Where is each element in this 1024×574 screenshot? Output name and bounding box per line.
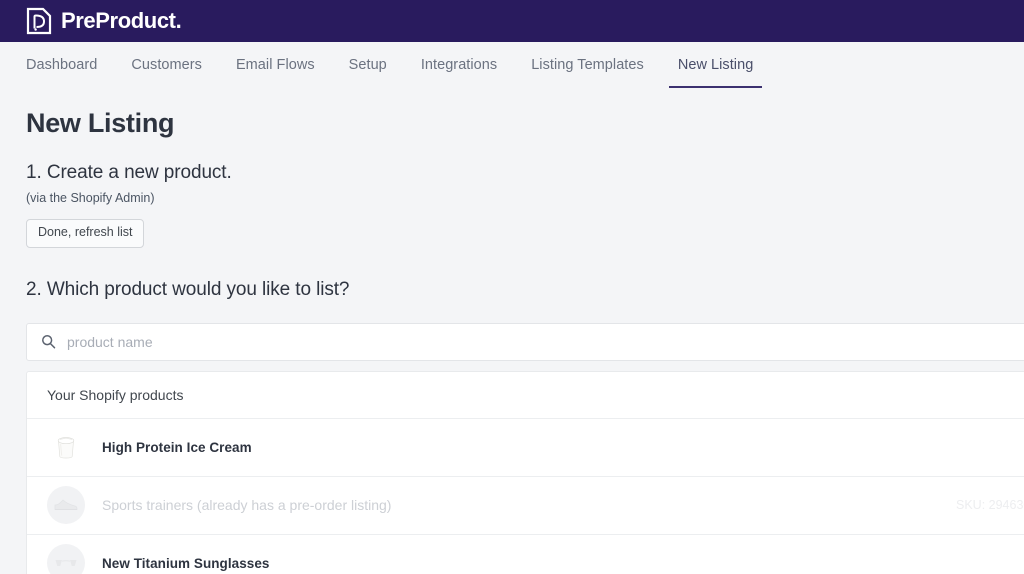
nav-item-label: Listing Templates: [531, 57, 644, 73]
nav-item-integrations[interactable]: Integrations: [404, 42, 514, 88]
brand-name: PreProduct.: [61, 8, 182, 33]
page-content: New Listing 1. Create a new product. (vi…: [0, 108, 1024, 574]
product-thumbnail: [47, 486, 85, 525]
nav-item-label: Dashboard: [26, 57, 98, 73]
done-refresh-list-button[interactable]: Done, refresh list: [26, 219, 145, 248]
product-search-bar[interactable]: [26, 322, 1024, 361]
product-results-card: Your Shopify products High Protein Ice C…: [26, 370, 1024, 574]
step-1-subtitle: (via the Shopify Admin): [26, 191, 155, 205]
nav-item-dashboard[interactable]: Dashboard: [26, 42, 114, 88]
product-row-sports-trainers: Sports trainers (already has a pre-order…: [27, 477, 1024, 535]
nav-item-label: Setup: [348, 57, 387, 73]
brand-logo[interactable]: PreProduct.: [26, 7, 182, 35]
step-2-title: 2. Which product would you like to list?: [26, 278, 350, 300]
product-name: New Titanium Sunglasses: [102, 555, 270, 571]
nav-item-new-listing[interactable]: New Listing: [661, 42, 771, 88]
nav-item-label: Integrations: [420, 57, 498, 73]
nav-item-email-flows[interactable]: Email Flows: [219, 42, 332, 88]
product-thumbnail: [47, 428, 85, 467]
ice-cream-tub-icon: [57, 437, 75, 459]
search-input[interactable]: [67, 323, 1024, 360]
nav-item-customers[interactable]: Customers: [114, 42, 219, 88]
document-p-icon: [26, 7, 52, 35]
main-navigation: Dashboard Customers Email Flows Setup In…: [0, 42, 1024, 88]
search-icon: [42, 335, 56, 349]
nav-item-label: Email Flows: [235, 57, 315, 73]
product-row-high-protein-ice-cream[interactable]: High Protein Ice Cream: [27, 419, 1024, 477]
product-row-new-titanium-sunglasses[interactable]: New Titanium Sunglasses: [27, 535, 1024, 574]
product-name: High Protein Ice Cream: [102, 439, 252, 455]
results-header: Your Shopify products: [27, 372, 1024, 419]
top-brand-bar: PreProduct.: [0, 0, 1024, 42]
sneaker-icon: [54, 499, 78, 511]
sunglasses-icon: [55, 560, 77, 567]
nav-item-label: Customers: [131, 57, 202, 73]
product-thumbnail: [47, 544, 85, 574]
nav-item-label: New Listing: [677, 57, 754, 73]
page-title: New Listing: [26, 108, 175, 138]
nav-item-setup[interactable]: Setup: [332, 42, 404, 88]
product-sku: SKU: 294630750331: [956, 498, 1024, 513]
step-1-title: 1. Create a new product.: [26, 162, 232, 183]
nav-item-listing-templates[interactable]: Listing Templates: [514, 42, 661, 88]
product-name: Sports trainers (already has a pre-order…: [102, 497, 392, 514]
